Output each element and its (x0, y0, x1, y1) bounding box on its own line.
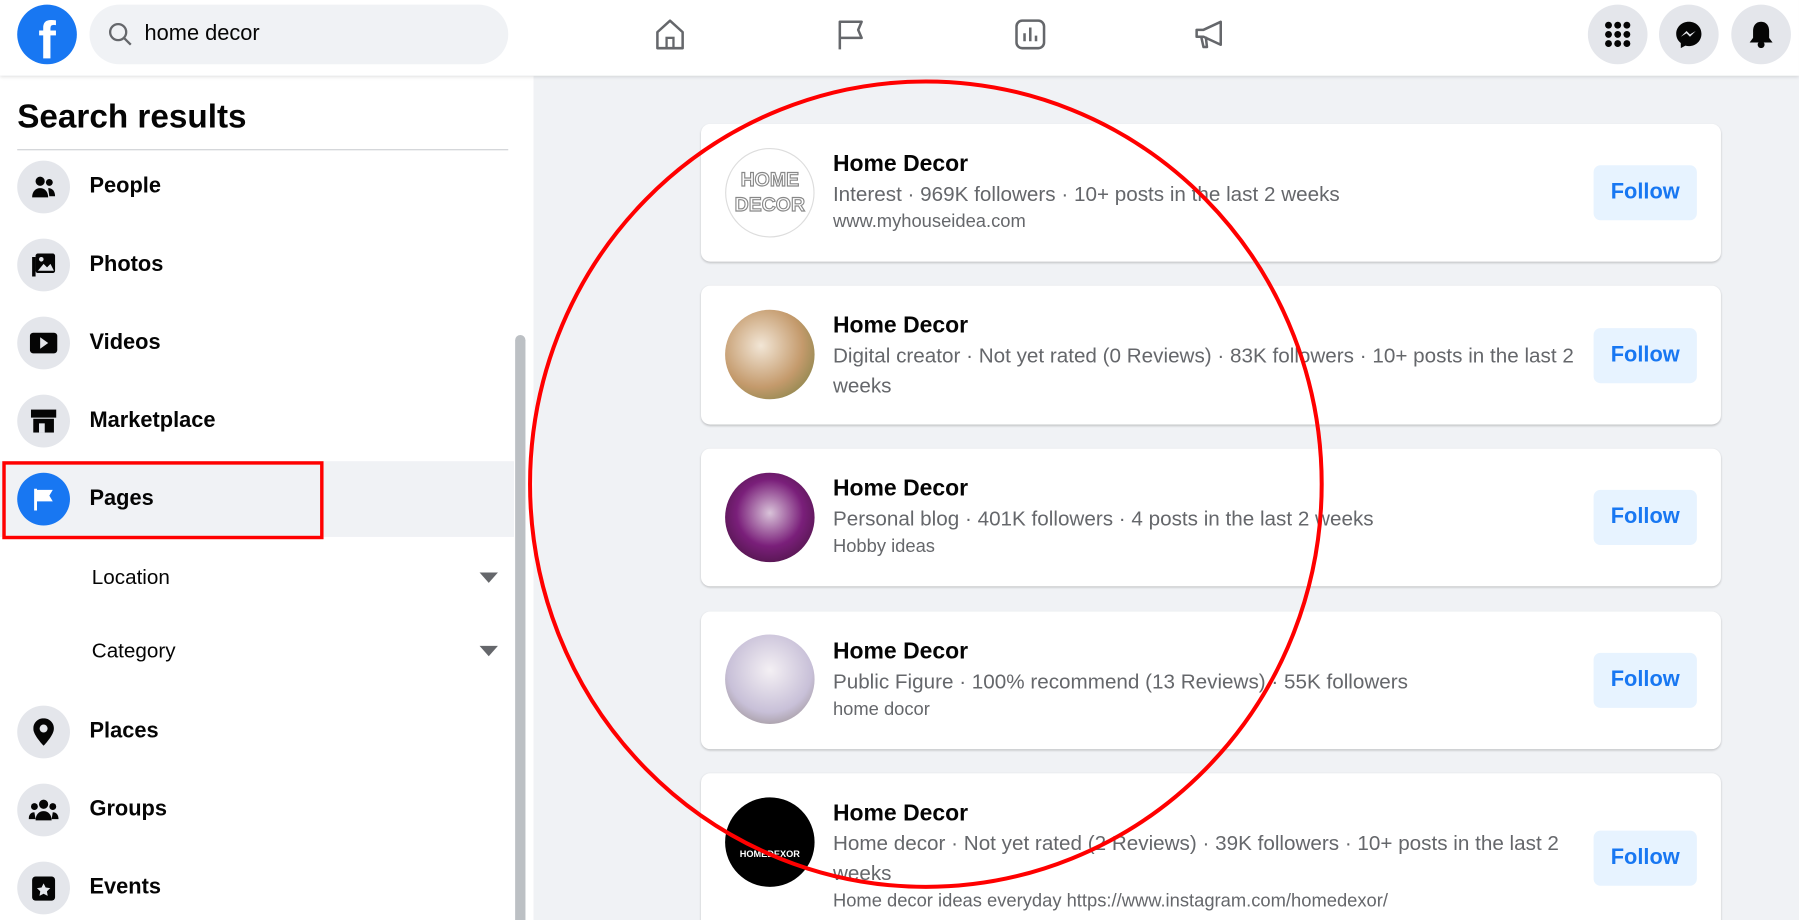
result-title[interactable]: Home Decor (833, 149, 1579, 179)
result-meta: Interest · 969K followers · 10+ posts in… (832, 182, 1340, 206)
filter-category[interactable]: Category (92, 622, 505, 679)
result-title[interactable]: Home Decor (833, 799, 1579, 829)
menu-grid-icon[interactable] (1587, 4, 1648, 65)
result-extra: Hobby ideas (832, 536, 935, 557)
annotation-highlight-box (2, 461, 324, 540)
avatar (725, 472, 815, 563)
sidebar-item-places[interactable]: Places (0, 694, 514, 770)
caret-down-icon (479, 645, 498, 656)
follow-button[interactable]: Follow (1593, 328, 1697, 384)
insights-icon[interactable] (1010, 14, 1051, 55)
result-card[interactable]: Home Decor Public Figure · 100% recommend… (701, 611, 1721, 750)
top-bar: f home decor (0, 0, 1799, 76)
result-title[interactable]: Home Decor (833, 474, 1579, 504)
result-extra: Home decor ideas everyday https://www.in… (832, 891, 1388, 911)
follow-button[interactable]: Follow (1593, 165, 1697, 221)
sidebar-scrollbar[interactable] (515, 335, 526, 920)
result-meta: Digital creator · Not yet rated (0 Revie… (832, 344, 1574, 397)
result-extra: www.myhouseidea.com (832, 212, 1026, 232)
sidebar-item-events[interactable]: Events (0, 850, 514, 920)
sidebar-item-photos[interactable]: Photos (0, 227, 514, 303)
sidebar-item-people[interactable]: People (0, 149, 514, 225)
sidebar-item-groups[interactable]: Groups (0, 772, 514, 848)
search-value[interactable]: home decor (145, 22, 260, 47)
result-title[interactable]: Home Decor (833, 311, 1579, 341)
result-card[interactable]: Home Decor Personal blog · 401K followers… (701, 448, 1721, 587)
result-meta: Personal blog · 401K followers · 4 posts… (832, 507, 1374, 531)
avatar: HOMEDEXOR (725, 797, 815, 887)
result-meta: Home decor · Not yet rated (2 Reviews) ·… (832, 831, 1559, 885)
marketplace-icon (17, 394, 70, 448)
result-title[interactable]: Home Decor (833, 637, 1579, 667)
events-icon (17, 861, 70, 915)
result-card[interactable]: Home Decor Digital creator · Not yet rate… (701, 285, 1721, 425)
avatar: HOME DECOR (725, 148, 815, 238)
avatar (725, 634, 815, 724)
caret-down-icon (479, 571, 498, 583)
facebook-logo[interactable]: f (17, 4, 77, 65)
flag-icon[interactable] (829, 14, 870, 55)
people-icon (17, 160, 70, 214)
result-card[interactable]: HOMEDEXOR Home Decor Home decor · Not yet… (701, 773, 1721, 920)
search-icon (108, 22, 132, 46)
video-icon (17, 316, 70, 370)
megaphone-icon[interactable] (1189, 14, 1230, 55)
follow-button[interactable]: Follow (1593, 489, 1697, 545)
result-extra: home docor (832, 699, 930, 720)
photos-icon (17, 238, 70, 292)
page-title: Search results (17, 98, 247, 136)
follow-button[interactable]: Follow (1593, 830, 1697, 886)
groups-icon (17, 783, 70, 837)
pin-icon (17, 705, 70, 759)
sidebar-item-marketplace[interactable]: Marketplace (0, 383, 514, 459)
search-input[interactable]: home decor (89, 4, 509, 65)
filter-location[interactable]: Location (92, 548, 505, 605)
result-card[interactable]: HOME DECOR Home Decor Interest · 969K fol… (701, 123, 1721, 262)
sidebar-item-videos[interactable]: Videos (0, 305, 514, 381)
bell-icon[interactable] (1731, 4, 1791, 65)
result-meta: Public Figure · 100% recommend (13 Revie… (832, 670, 1408, 693)
home-icon[interactable] (649, 14, 690, 55)
messenger-icon[interactable] (1658, 4, 1719, 65)
avatar (725, 309, 815, 400)
follow-button[interactable]: Follow (1593, 652, 1697, 708)
